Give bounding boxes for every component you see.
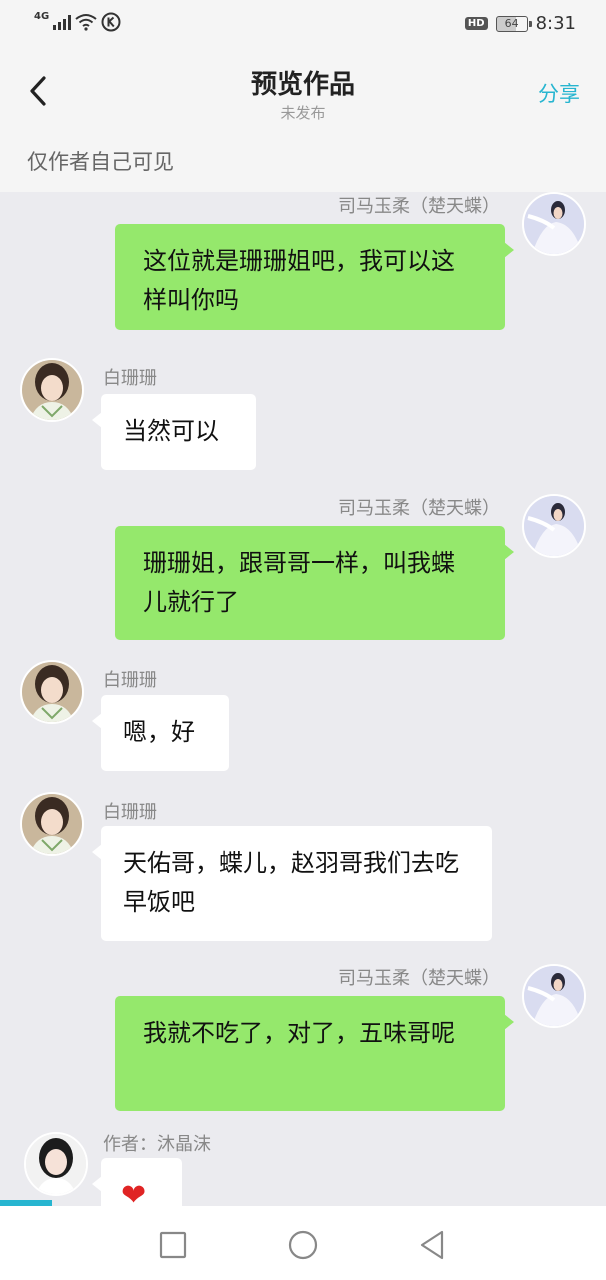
- avatar[interactable]: [522, 192, 586, 256]
- avatar-image: [524, 966, 584, 1026]
- avatar[interactable]: [522, 494, 586, 558]
- sender-name: 司马玉柔（楚天蝶）: [338, 196, 500, 217]
- system-nav-bar: [0, 1206, 606, 1280]
- k-icon: [101, 12, 121, 32]
- sender-name: 司马玉柔（楚天蝶）: [338, 498, 500, 519]
- page-subtitle: 未发布: [280, 104, 326, 122]
- battery-icon: 64: [495, 15, 532, 32]
- status-bar: 4G HD 64 8:31: [0, 0, 606, 52]
- sender-name: 白珊珊: [103, 368, 157, 389]
- avatar-image: [22, 794, 82, 854]
- sender-name: 白珊珊: [103, 802, 157, 823]
- avatar-image: [524, 496, 584, 556]
- heart-icon: ❤: [121, 1178, 147, 1207]
- message-text: 当然可以: [123, 417, 219, 445]
- message-text: 嗯，好: [123, 718, 195, 746]
- avatar-image: [26, 1134, 86, 1194]
- message-bubble: 这位就是珊珊姐吧，我可以这样叫你吗: [115, 224, 514, 330]
- signal-icon: [53, 14, 72, 30]
- avatar[interactable]: [24, 1132, 88, 1196]
- sender-name: 白珊珊: [103, 670, 157, 691]
- avatar-image: [22, 360, 82, 420]
- message-bubble: 珊珊姐，跟哥哥一样，叫我蝶儿就行了: [115, 526, 514, 640]
- sender-name: 作者：沐晶沫: [103, 1134, 211, 1155]
- avatar[interactable]: [20, 660, 84, 724]
- circle-home-icon[interactable]: [286, 1228, 320, 1262]
- status-right: HD 64 8:31: [464, 13, 576, 34]
- message-bubble: 天佑哥，蝶儿，赵羽哥我们去吃早饭吧: [92, 826, 492, 941]
- network-type: 4G: [34, 10, 50, 22]
- message-text: 天佑哥，蝶儿，赵羽哥我们去吃早饭吧: [123, 849, 459, 916]
- status-time: 8:31: [535, 13, 576, 34]
- avatar[interactable]: [20, 792, 84, 856]
- visibility-notice: 仅作者自己可见: [0, 132, 606, 192]
- message-bubble: 嗯，好: [92, 695, 229, 771]
- header-bar: 预览作品 未发布 分享: [0, 52, 606, 132]
- message-text: 这位就是珊珊姐吧，我可以这样叫你吗: [143, 247, 455, 314]
- avatar[interactable]: [20, 358, 84, 422]
- message-text: 珊珊姐，跟哥哥一样，叫我蝶儿就行了: [143, 549, 455, 616]
- share-button[interactable]: 分享: [538, 78, 580, 108]
- sender-name: 司马玉柔（楚天蝶）: [338, 968, 500, 989]
- page-title: 预览作品: [250, 70, 355, 100]
- message-text: 我就不吃了，对了，五味哥呢: [143, 1019, 455, 1047]
- triangle-back-icon[interactable]: [416, 1228, 450, 1262]
- avatar-image: [22, 662, 82, 722]
- status-left: 4G: [34, 10, 121, 32]
- message-bubble: 我就不吃了，对了，五味哥呢: [115, 996, 514, 1111]
- hd-badge: HD: [464, 17, 488, 30]
- message-bubble: ❤: [92, 1158, 182, 1207]
- avatar[interactable]: [522, 964, 586, 1028]
- wifi-icon: [75, 14, 97, 31]
- square-recent-apps-icon[interactable]: [156, 1228, 190, 1262]
- chat-area[interactable]: 司马玉柔（楚天蝶） 这位就是珊珊姐吧，我可以这样叫你吗 白珊珊 当然可以 司马玉…: [0, 192, 606, 1206]
- message-bubble: 当然可以: [92, 394, 256, 470]
- avatar-image: [524, 194, 584, 254]
